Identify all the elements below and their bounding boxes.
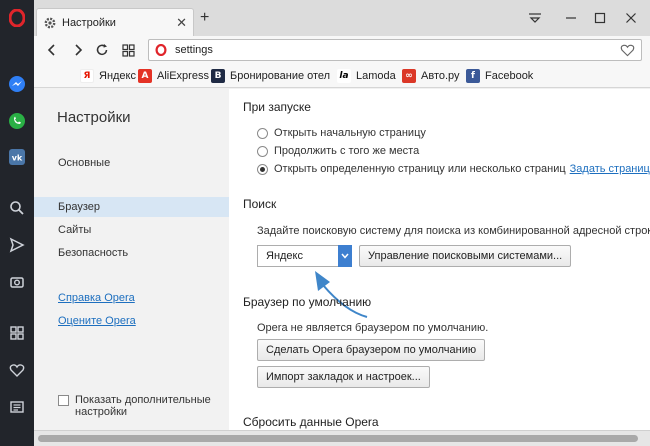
search-title: Поиск [243,197,277,211]
scrollbar-thumb[interactable] [38,435,638,442]
bookmark-label: Lamoda [356,70,396,82]
bookmark-label: Бронирование отел [230,70,331,82]
send-icon[interactable] [7,235,27,255]
camera-icon[interactable] [7,272,27,292]
search-description: Задайте поисковую систему для поиска из … [257,225,650,237]
radio-button-selected[interactable] [257,163,268,175]
nav-item-security[interactable]: Безопасность [34,243,229,263]
new-tab-icon[interactable]: + [200,10,209,26]
opera-sidebar: vk [0,0,34,446]
option-label: Открыть начальную страницу [274,127,426,139]
settings-nav: Настройки Основные Браузер Сайты Безопас… [34,89,229,430]
maximize-icon[interactable] [591,9,609,27]
startup-option[interactable]: Продолжить с того же места [257,145,419,157]
speed-dial-icon[interactable] [7,323,27,343]
svg-text:vk: vk [12,154,23,163]
bookmark-label: Facebook [485,70,534,82]
horizontal-scrollbar[interactable] [34,430,650,446]
nav-title: Настройки [57,109,131,126]
tab-settings[interactable]: Настройки ✕ [36,8,194,36]
yandex-icon: Я [80,69,94,83]
startup-title: При запуске [243,100,311,114]
nav-item-browser[interactable]: Браузер [34,197,229,217]
reload-icon[interactable] [94,42,110,58]
radio-button[interactable] [257,145,268,157]
search-icon[interactable] [7,198,27,218]
import-button[interactable]: Импорт закладок и настроек... [257,366,430,388]
chevron-down-icon[interactable] [338,245,352,267]
nav-item-sites[interactable]: Сайты [34,220,229,240]
manage-search-engines-button[interactable]: Управление поисковыми системами... [359,245,572,267]
back-icon[interactable] [44,42,60,58]
set-pages-link[interactable]: Задать страницы [570,163,650,175]
forward-icon[interactable] [70,42,86,58]
help-link[interactable]: Справка Opera [58,292,135,304]
heart-icon[interactable] [7,360,27,380]
tab-menu-icon[interactable] [526,9,544,27]
tab-title: Настройки [62,16,116,29]
settings-content: При запуске Открыть начальную страницу П… [229,89,650,430]
reset-title: Сбросить данные Opera [243,415,379,429]
bookmark-label: Яндекс [99,70,136,82]
title-bar: Настройки ✕ + [34,0,650,36]
show-advanced-checkbox[interactable]: Показать дополнительные настройки [58,394,215,418]
address-bar: settings [34,36,650,64]
tabs-grid-icon[interactable] [120,42,136,58]
facebook-icon: f [466,69,480,83]
opera-o-icon [155,44,167,56]
news-icon[interactable] [7,397,27,417]
messenger-icon[interactable] [7,74,27,94]
gear-icon [44,17,56,28]
bookmark-lamoda[interactable]: la Lamoda [337,69,396,83]
checkbox-box[interactable] [58,395,69,406]
option-label: Продолжить с того же места [274,145,420,157]
make-default-button[interactable]: Сделать Opera браузером по умолчанию [257,339,486,361]
vk-icon[interactable]: vk [7,147,27,167]
rate-link[interactable]: Оцените Opera [58,315,136,327]
option-label: Открыть определенную страницу или нескол… [274,163,566,175]
bookmark-facebook[interactable]: f Facebook [466,69,533,83]
default-browser-status: Opera не является браузером по умолчанию… [257,322,489,334]
lamoda-icon: la [337,69,351,83]
bookmark-aliexpress[interactable]: A AliExpress [138,69,209,83]
minimize-icon[interactable] [562,9,580,27]
tab-close-icon[interactable]: ✕ [176,15,187,31]
bookmark-booking[interactable]: B Бронирование отел [211,69,330,83]
autoru-icon: ∞ [402,69,416,83]
browser-window: Настройки ✕ + settings Я Яндекс A AliExp… [34,0,650,446]
nav-item-basic[interactable]: Основные [34,153,229,173]
url-field[interactable]: settings [148,39,642,61]
bookmarks-bar: Я Яндекс A AliExpress B Бронирование оте… [34,64,650,88]
bookmark-heart-icon[interactable] [620,43,635,60]
radio-button[interactable] [257,127,268,139]
bookmark-label: AliExpress [157,70,209,82]
bookmark-label: Авто.ру [421,70,460,82]
close-icon[interactable] [622,9,640,27]
search-engine-value: Яндекс [266,250,303,262]
show-advanced-label: Показать дополнительные настройки [75,394,211,418]
bookmark-autoru[interactable]: ∞ Авто.ру [402,69,460,83]
url-text: settings [175,44,213,56]
opera-logo-icon[interactable] [7,8,27,28]
pointer-arrow-icon [315,271,368,318]
whatsapp-icon[interactable] [7,111,27,131]
booking-icon: B [211,69,225,83]
aliexpress-icon: A [138,69,152,83]
startup-option[interactable]: Открыть начальную страницу [257,127,426,139]
search-engine-select[interactable]: Яндекс [257,245,352,267]
bookmark-yandex[interactable]: Я Яндекс [80,69,136,83]
settings-page: Настройки Основные Браузер Сайты Безопас… [34,89,650,430]
default-browser-title: Браузер по умолчанию [243,295,372,309]
startup-option[interactable]: Открыть определенную страницу или нескол… [257,163,650,175]
